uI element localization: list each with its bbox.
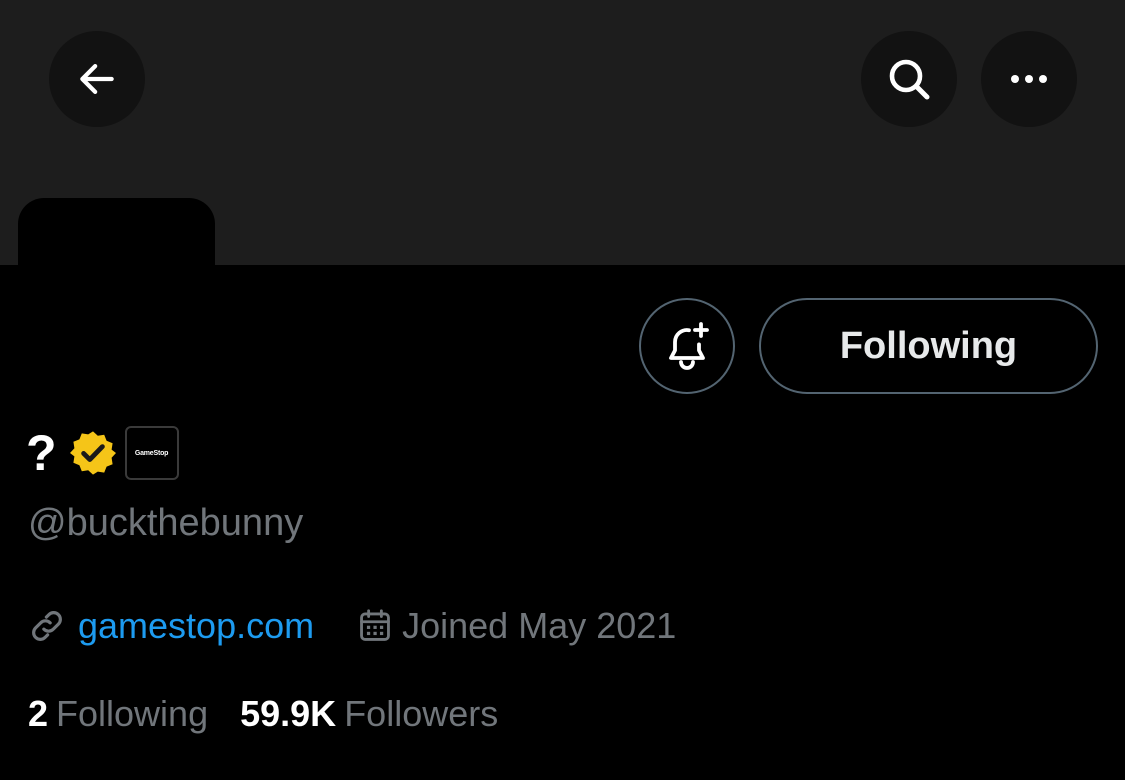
search-icon [889,59,930,100]
more-horizontal-icon [1011,75,1047,83]
arrow-left-icon [80,64,114,94]
website-link[interactable]: gamestop.com [78,605,314,647]
more-button[interactable] [981,31,1077,127]
followers-count: 59.9K [240,693,337,734]
following-count: 2 [28,693,49,734]
verified-badge-icon[interactable] [69,429,117,477]
notifications-button[interactable] [639,298,735,394]
avatar[interactable] [18,198,215,268]
display-name-row: ? GameStop [26,424,179,482]
bell-plus-icon [669,322,709,370]
affiliate-badge-label: GameStop [134,449,169,457]
username-handle: @buckthebunny [28,502,304,544]
following-button-label: Following [839,324,1018,367]
profile-page: Following ? GameStop @buckthebunny games… [0,0,1125,780]
profile-meta-row: gamestop.com Joined May 2021 [28,602,676,650]
back-button[interactable] [49,31,145,127]
link-icon [32,611,62,641]
following-stat-label: Following [56,693,209,734]
following-stat[interactable]: 2 Following [28,693,208,735]
display-name: ? [26,425,57,481]
search-button[interactable] [861,31,957,127]
followers-stat[interactable]: 59.9K Followers [240,693,498,735]
follow-stats-row: 2 Following 59.9K Followers [28,690,498,738]
followers-stat-label: Followers [344,693,499,734]
affiliate-badge[interactable]: GameStop [124,426,179,480]
following-button[interactable]: Following [759,298,1098,394]
calendar-icon [360,609,390,641]
joined-date: Joined May 2021 [402,605,677,646]
